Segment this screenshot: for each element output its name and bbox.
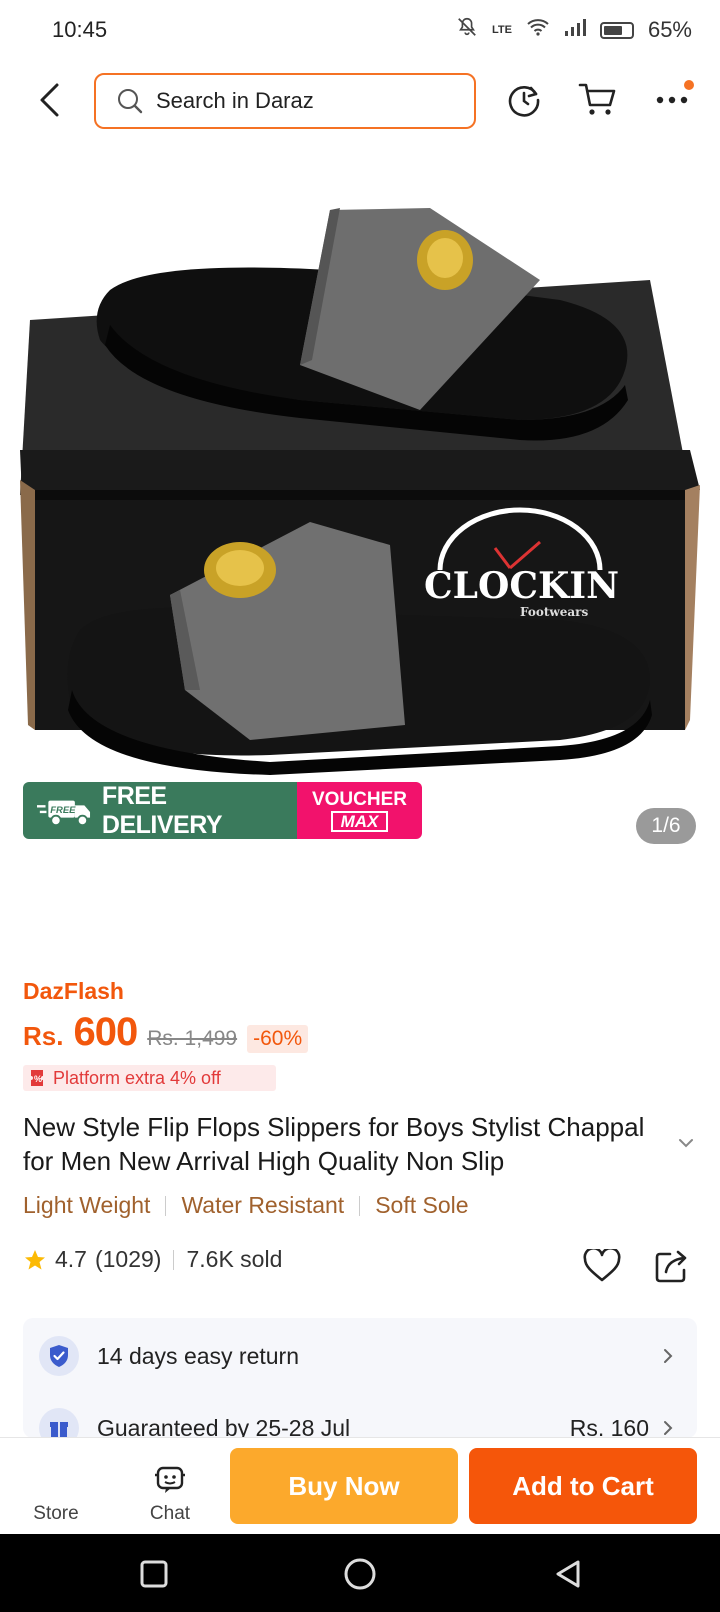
- review-count: (1029): [94, 1246, 162, 1272]
- square-icon: [140, 1560, 168, 1588]
- tag-divider: [165, 1195, 167, 1216]
- share-icon: [655, 1250, 687, 1283]
- voucher-max-label: MAX: [330, 810, 389, 832]
- chevron-down-icon: [679, 1139, 693, 1148]
- free-delivery-badge: FREE FREE DELIVERY: [23, 782, 297, 839]
- network-type-label: LTE: [491, 23, 512, 36]
- rating-row[interactable]: 4.7 (1029) 7.6K sold: [23, 1246, 282, 1273]
- wishlist-button[interactable]: [580, 1244, 624, 1288]
- add-to-cart-button[interactable]: Add to Cart: [469, 1448, 697, 1524]
- back-button[interactable]: [30, 78, 70, 122]
- voucher-label: VOUCHER: [311, 788, 407, 810]
- status-icons: LTE 65%: [456, 16, 692, 44]
- easy-return-arrow: [663, 1348, 673, 1364]
- circle-home-icon: [344, 1558, 376, 1590]
- discount-badge: -60%: [247, 1025, 309, 1053]
- history-button[interactable]: [502, 78, 546, 122]
- gift-box-icon: [39, 1408, 79, 1438]
- expand-title-button[interactable]: [678, 1135, 694, 1153]
- store-label: Store: [33, 1503, 79, 1524]
- rating-value: 4.7: [55, 1246, 87, 1272]
- image-counter: 1/6: [636, 808, 696, 844]
- easy-return-row[interactable]: 14 days easy return: [23, 1332, 697, 1380]
- heart-icon: [583, 1249, 621, 1282]
- price-row: Rs. 600 Rs. 1,499 -60%: [23, 1010, 309, 1060]
- voucher-max-badge: VOUCHER MAX: [297, 782, 422, 839]
- free-delivery-label: FREE DELIVERY: [101, 782, 223, 839]
- feature-tags: Light Weight Water Resistant Soft Sole: [23, 1192, 469, 1219]
- feature-tag: Light Weight: [23, 1192, 151, 1218]
- search-input[interactable]: Search in Daraz: [94, 73, 476, 129]
- buy-now-button[interactable]: Buy Now: [230, 1448, 458, 1524]
- platform-offer-text: Platform extra 4% off: [53, 1067, 221, 1088]
- back-arrow-icon: [40, 83, 59, 117]
- mute-icon: [456, 16, 478, 44]
- current-price: 600: [73, 1010, 138, 1054]
- delivery-text: Guaranteed by 25-28 Jul: [97, 1414, 351, 1439]
- feature-tag: Water Resistant: [181, 1192, 345, 1218]
- product-title[interactable]: New Style Flip Flops Slippers for Boys S…: [23, 1110, 673, 1178]
- recent-apps-button[interactable]: [134, 1554, 174, 1594]
- flash-sale-label: DazFlash: [23, 978, 124, 1004]
- voucher-tag-icon: %: [31, 1070, 43, 1086]
- platform-offer-badge[interactable]: % Platform extra 4% off: [23, 1065, 276, 1091]
- search-placeholder: Search in Daraz: [156, 88, 314, 113]
- home-button[interactable]: [340, 1554, 380, 1594]
- service-card: 14 days easy return Guaranteed by 25-28 …: [23, 1318, 697, 1438]
- battery-icon: [599, 21, 634, 39]
- status-bar: 10:45 LTE 65%: [0, 0, 720, 60]
- sold-count: 7.6K sold: [186, 1246, 283, 1272]
- store-button[interactable]: Store: [18, 1438, 94, 1535]
- cart-icon: [578, 83, 616, 115]
- chevron-right-icon: [664, 1349, 673, 1363]
- star-icon: [25, 1249, 45, 1269]
- promo-banner: FREE FREE DELIVERY VOUCHER MAX: [23, 782, 422, 839]
- delivery-fee: Rs. 160: [569, 1414, 649, 1439]
- delivery-truck-icon: FREE: [37, 800, 91, 826]
- top-header: Search in Daraz: [0, 70, 720, 132]
- chevron-right-icon: [664, 1421, 673, 1435]
- more-options-button[interactable]: [650, 78, 694, 122]
- free-badge-text: FREE: [50, 804, 76, 815]
- shield-check-icon: [39, 1336, 79, 1376]
- cart-button[interactable]: [576, 78, 620, 122]
- tag-divider: [359, 1195, 361, 1216]
- chat-button[interactable]: Chat: [132, 1438, 208, 1535]
- feature-tag: Soft Sole: [375, 1192, 469, 1218]
- original-price: Rs. 1,499: [147, 1027, 238, 1050]
- product-image[interactable]: CLOCKIN Footwears: [0, 150, 720, 790]
- share-button[interactable]: [650, 1244, 694, 1288]
- easy-return-text: 14 days easy return: [97, 1342, 300, 1369]
- system-nav-bar: [0, 1534, 720, 1612]
- rating-divider: [173, 1249, 175, 1270]
- svg-text:%: %: [34, 1074, 42, 1084]
- notification-dot: [684, 80, 694, 90]
- price-currency: Rs.: [23, 1021, 64, 1051]
- chat-label: Chat: [149, 1503, 191, 1524]
- system-back-button[interactable]: [548, 1554, 588, 1594]
- product-photo: CLOCKIN Footwears: [20, 208, 700, 775]
- delivery-row[interactable]: Guaranteed by 25-28 Jul Rs. 160: [23, 1404, 697, 1438]
- history-icon: [508, 86, 540, 117]
- battery-percent: 65%: [647, 17, 692, 42]
- triangle-back-icon: [556, 1560, 580, 1588]
- more-dots-icon: [656, 96, 688, 104]
- bottom-action-bar: Store Chat Buy Now Add to Cart: [0, 1437, 720, 1534]
- wifi-icon: [526, 17, 550, 43]
- search-icon: [118, 89, 143, 114]
- chat-bot-icon: [155, 1466, 185, 1493]
- brand-logo-subtext: Footwears: [520, 605, 588, 619]
- delivery-fee-group: Rs. 160: [569, 1414, 673, 1439]
- signal-icon: [564, 17, 586, 43]
- status-time: 10:45: [52, 17, 108, 42]
- brand-logo-text: CLOCKIN: [424, 565, 619, 607]
